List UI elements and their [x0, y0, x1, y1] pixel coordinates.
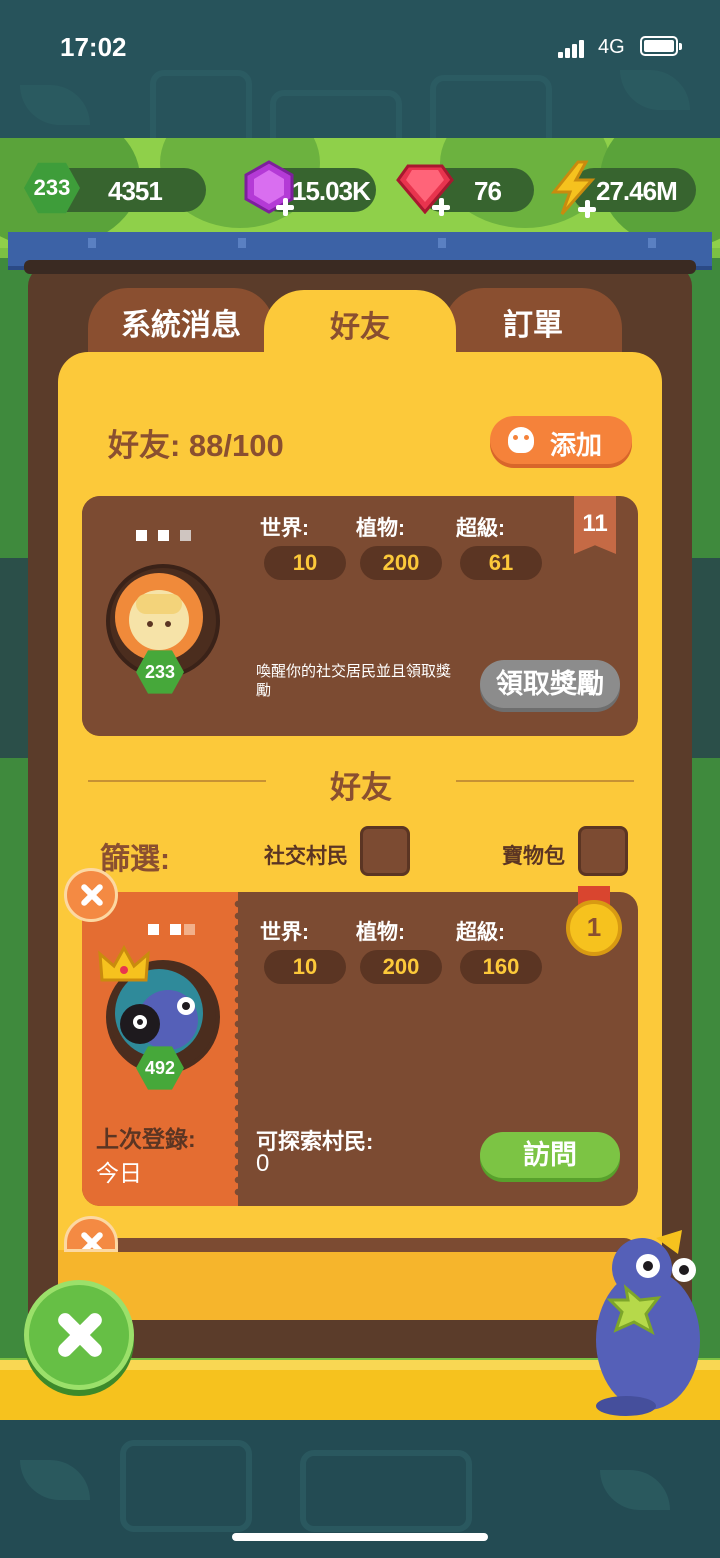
section-divider-right [456, 780, 634, 782]
self-stat-plants-label: 植物: [356, 517, 405, 540]
background-pipe-decoration [120, 1440, 252, 1532]
add-energy-icon[interactable] [578, 200, 596, 218]
rubies-value: 76 [474, 176, 502, 206]
explorable-villagers-value: 0 [256, 1150, 270, 1177]
player-name-pixelated [136, 530, 200, 542]
filter-social-villagers-label: 社交村民 [264, 845, 348, 868]
close-dialog-button[interactable] [24, 1280, 134, 1390]
last-login-label: 上次登錄: [96, 1126, 196, 1152]
top-background [0, 0, 720, 162]
remove-friend-button[interactable] [64, 868, 118, 922]
filter-treasure-bag-checkbox[interactable] [578, 826, 628, 876]
status-time: 17:02 [60, 32, 127, 62]
dinosaur-mascot [596, 1230, 700, 1416]
claim-reward-button[interactable]: 領取獎勵 [480, 660, 620, 708]
friend-stat-super-value: 160 [460, 950, 542, 984]
next-friend-card [82, 1238, 638, 1252]
friend-stat-plants-label: 植物: [356, 921, 405, 944]
friend-stat-super-label: 超級: [456, 921, 505, 944]
self-rank-bookmark: 11 [574, 496, 616, 554]
background-leaf [20, 85, 90, 125]
friends-section-title: 好友 [330, 770, 392, 805]
background-leaf [600, 1470, 670, 1510]
self-stat-world-label: 世界: [260, 517, 309, 540]
friend-stat-world-value: 10 [264, 950, 346, 984]
coins-value: 4351 [108, 176, 163, 206]
rank-medal: 1 [566, 900, 622, 956]
self-stat-plants-value: 200 [360, 546, 442, 580]
status-bar: 17:02 4G [0, 28, 720, 68]
battery-icon [640, 36, 682, 56]
add-friend-icon [508, 427, 534, 453]
panel-bottom-edge [58, 1250, 662, 1320]
add-gems-icon[interactable] [276, 198, 294, 216]
background-pipe-decoration [300, 1450, 472, 1532]
explorable-villagers-label: 可探索村民: [256, 1129, 374, 1154]
filter-label: 篩選: [100, 843, 170, 876]
filter-treasure-bag-label: 寶物包 [502, 845, 565, 868]
self-stat-super-label: 超級: [456, 517, 505, 540]
energy-value: 27.46M [596, 176, 678, 206]
filter-social-villagers-checkbox[interactable] [360, 826, 410, 876]
tab-friends[interactable]: 好友 [264, 290, 456, 390]
wake-villagers-message: 喚醒你的社交居民並且領取獎勵 [256, 663, 452, 699]
section-divider-left [88, 780, 266, 782]
visit-friend-button[interactable]: 訪問 [480, 1132, 620, 1178]
self-stat-world-value: 10 [264, 546, 346, 580]
signal-icon [558, 38, 588, 58]
friends-count: 好友: 88/100 [108, 428, 284, 463]
friend-name-pixelated [148, 924, 195, 936]
network-type: 4G [598, 36, 625, 58]
gems-value: 15.03K [292, 176, 371, 206]
friend-stat-plants-value: 200 [360, 950, 442, 984]
self-stat-super-value: 61 [460, 546, 542, 580]
home-indicator [232, 1533, 488, 1541]
background-leaf [20, 1460, 90, 1500]
crown-icon [98, 944, 150, 982]
add-rubies-icon[interactable] [432, 198, 450, 216]
add-friend-label: 添加 [550, 430, 603, 460]
add-friend-button[interactable]: 添加 [490, 416, 632, 464]
last-login-value: 今日 [96, 1160, 142, 1186]
background-leaf [620, 70, 690, 110]
friend-stat-world-label: 世界: [260, 921, 309, 944]
